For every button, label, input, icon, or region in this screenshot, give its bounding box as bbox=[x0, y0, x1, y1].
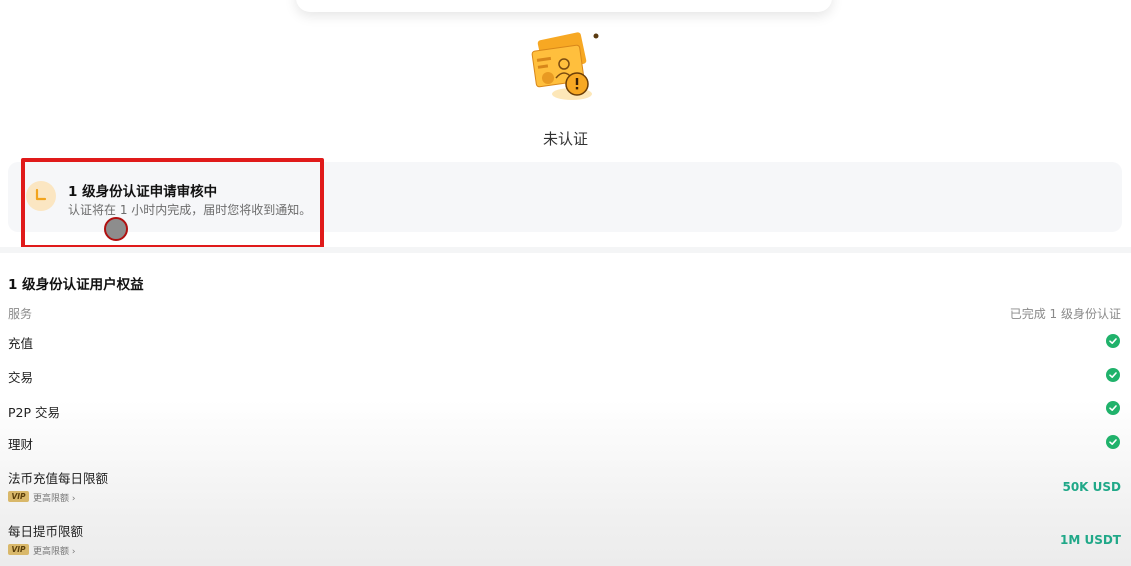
withdraw-limit-label: 每日提币限额 bbox=[8, 524, 84, 539]
higher-limit-link[interactable]: 更高限额 › bbox=[33, 491, 76, 504]
higher-limit-text: 更高限额 bbox=[33, 547, 70, 557]
chevron-right-icon: › bbox=[71, 547, 76, 557]
vip-badge[interactable]: VIP bbox=[8, 491, 29, 502]
id-card-illustration bbox=[531, 32, 599, 100]
check-icon bbox=[1106, 401, 1120, 415]
benefit-label-p2p: P2P 交易 bbox=[8, 405, 61, 420]
check-icon bbox=[1106, 368, 1120, 382]
withdraw-limit-value: 1M USDT bbox=[1059, 533, 1121, 547]
benefit-label-deposit: 充值 bbox=[8, 336, 34, 351]
benefit-label-earn: 理财 bbox=[8, 437, 34, 452]
status-column-header: 已完成 1 级身份认证 bbox=[1009, 307, 1121, 321]
fiat-deposit-limit-value: 50K USD bbox=[1062, 480, 1121, 494]
cursor-indicator bbox=[104, 217, 128, 241]
fiat-deposit-limit-label: 法币充值每日限额 bbox=[8, 471, 109, 486]
vip-badge[interactable]: VIP bbox=[8, 544, 29, 555]
chevron-right-icon: › bbox=[71, 494, 76, 504]
higher-limit-link[interactable]: 更高限额 › bbox=[33, 544, 76, 557]
service-column-header: 服务 bbox=[8, 307, 33, 321]
benefit-label-trade: 交易 bbox=[8, 370, 34, 385]
benefits-title: 1 级身份认证用户权益 bbox=[8, 277, 144, 293]
check-icon bbox=[1106, 435, 1120, 449]
top-card bbox=[296, 0, 832, 12]
verification-status: 未认证 bbox=[542, 130, 588, 148]
higher-limit-text: 更高限额 bbox=[33, 494, 70, 504]
section-divider bbox=[0, 247, 1131, 253]
highlight-box bbox=[21, 158, 324, 249]
check-icon bbox=[1106, 334, 1120, 348]
